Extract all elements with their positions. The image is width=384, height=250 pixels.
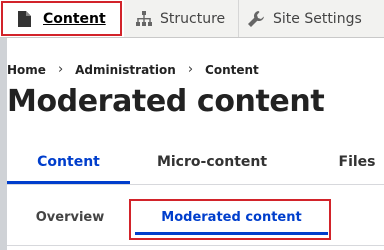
breadcrumb-separator: › (57, 62, 64, 77)
subtab-active-indicator (135, 232, 328, 235)
subtabs-divider (7, 245, 384, 246)
left-rail (0, 38, 7, 250)
breadcrumb: Home › Administration › Content (7, 62, 259, 77)
sitemap-icon (136, 10, 152, 27)
primary-tabs: Content Micro-content Files (7, 140, 384, 184)
toolbar-item-site-settings-label: Site Settings (273, 10, 362, 27)
subtab-moderated-content[interactable]: Moderated content (135, 205, 328, 229)
toolbar-item-structure[interactable]: Structure (124, 0, 238, 37)
tab-files[interactable]: Files (312, 140, 384, 184)
breadcrumb-administration[interactable]: Administration (75, 63, 176, 77)
toolbar-item-content[interactable]: Content (0, 0, 124, 37)
toolbar-item-content-label: Content (43, 10, 106, 27)
page-icon (18, 10, 31, 27)
breadcrumb-content[interactable]: Content (205, 63, 259, 77)
tab-micro-content[interactable]: Micro-content (130, 140, 294, 184)
wrench-icon (247, 10, 265, 28)
toolbar-item-site-settings[interactable]: Site Settings (238, 0, 384, 37)
page-title: Moderated content (7, 84, 325, 119)
toolbar-item-structure-label: Structure (160, 10, 226, 27)
tab-content[interactable]: Content (7, 140, 130, 184)
subtab-overview[interactable]: Overview (22, 205, 118, 229)
breadcrumb-home[interactable]: Home (7, 63, 46, 77)
tabs-divider (7, 184, 384, 185)
breadcrumb-separator: › (187, 62, 194, 77)
admin-toolbar: Content Structure Site Settings (0, 0, 384, 38)
